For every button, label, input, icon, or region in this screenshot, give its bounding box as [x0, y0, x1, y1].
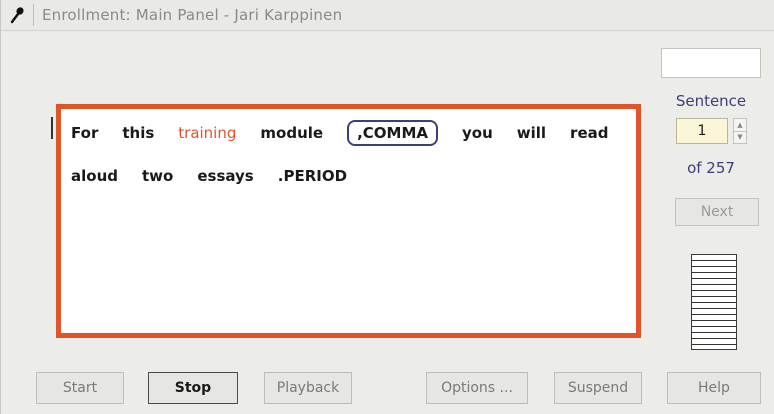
start-button[interactable]: Start: [36, 372, 124, 404]
stop-button-label: Stop: [174, 380, 212, 396]
status-field: [661, 48, 761, 78]
punctuation-word-box: ,COMMA: [347, 120, 438, 146]
options-button-label: Options ...: [441, 380, 513, 396]
window-title: Enrollment: Main Panel - Jari Karppinen: [42, 6, 343, 24]
word: aloud: [71, 167, 118, 185]
word: you: [461, 124, 493, 142]
next-button[interactable]: Next: [675, 198, 759, 226]
suspend-button[interactable]: Suspend: [554, 372, 642, 404]
title-separator: [33, 4, 34, 26]
current-word: training: [178, 124, 237, 142]
word: will: [516, 124, 547, 142]
title-bar: Enrollment: Main Panel - Jari Karppinen: [1, 0, 774, 31]
text-line-1: For this training module ,COMMA you will…: [71, 119, 632, 147]
bottom-button-bar: Start Stop Playback Options ... Suspend …: [1, 372, 774, 406]
enrollment-window: Enrollment: Main Panel - Jari Karppinen …: [0, 0, 774, 414]
word: two: [142, 167, 174, 185]
sentence-spinner[interactable]: 1 ▲ ▼: [676, 118, 752, 144]
help-button[interactable]: Help: [667, 372, 761, 404]
start-button-label: Start: [62, 380, 98, 396]
text-line-2: aloud two essays .PERIOD: [71, 162, 371, 190]
next-button-label: Next: [700, 204, 734, 220]
spinner-arrows[interactable]: ▲ ▼: [733, 118, 747, 144]
text-cursor: [51, 117, 53, 139]
word: essays: [197, 167, 254, 185]
playback-button-label: Playback: [276, 380, 340, 396]
word: For: [71, 124, 99, 142]
audio-level-meter: [691, 254, 737, 350]
sentence-label: Sentence: [675, 92, 747, 110]
word: read: [570, 124, 609, 142]
dictation-text-panel[interactable]: For this training module ,COMMA you will…: [56, 104, 641, 338]
spin-up-icon[interactable]: ▲: [734, 119, 746, 131]
help-button-label: Help: [698, 380, 730, 396]
word: module: [260, 124, 324, 142]
suspend-button-label: Suspend: [567, 380, 629, 396]
sentence-number-field[interactable]: 1: [676, 118, 728, 144]
sentence-count-label: of 257: [687, 159, 735, 177]
stop-button[interactable]: Stop: [148, 372, 238, 404]
word: this: [122, 124, 155, 142]
microphone-icon: [1, 0, 33, 30]
options-button[interactable]: Options ...: [426, 372, 528, 404]
spin-down-icon[interactable]: ▼: [734, 130, 746, 144]
word: .PERIOD: [277, 167, 348, 185]
playback-button[interactable]: Playback: [264, 372, 352, 404]
